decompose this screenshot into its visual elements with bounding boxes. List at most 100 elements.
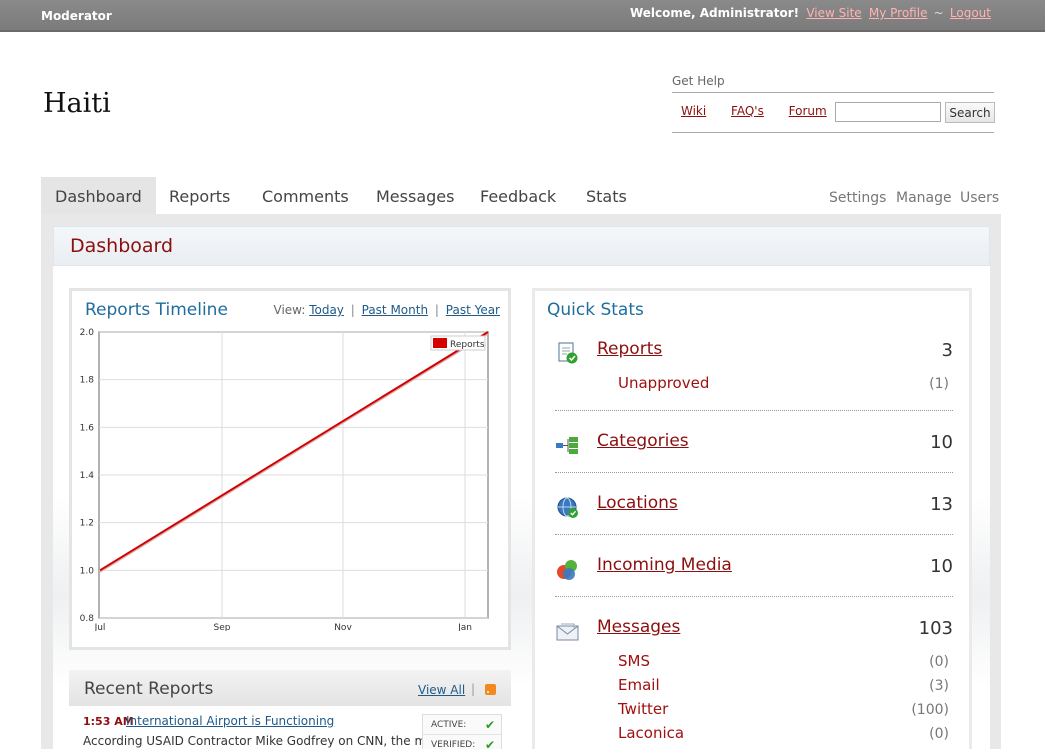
stat-categories: Categories 10 [555, 431, 953, 461]
timeline-chart: 2.0 1.8 1.6 1.4 1.2 1.0 0.8Jul Sep Nov Jan Reports [80, 328, 489, 631]
y-tick-label: 1.6 [80, 423, 95, 433]
divider [672, 132, 994, 133]
legend-swatch [433, 338, 447, 348]
email-count: (3) [929, 678, 949, 694]
y-tick-label: 1.4 [80, 471, 95, 481]
view-today-link[interactable]: Today [309, 303, 344, 317]
stat-reports: Reports 3 [555, 339, 953, 369]
manage-link[interactable]: Manage [896, 190, 952, 206]
user-menu: Welcome, Administrator! View Site My Pro… [630, 6, 991, 20]
tab-comments[interactable]: Comments [262, 177, 349, 214]
site-title: Haiti [43, 88, 111, 119]
status-label: VERIFIED: [431, 740, 476, 749]
separator: ~ [933, 6, 944, 20]
messages-count: 103 [918, 618, 953, 639]
incoming-media-count: 10 [930, 556, 953, 577]
y-tick-label: 1.8 [80, 376, 95, 386]
status-active: ACTIVE: ✔ [423, 715, 501, 735]
messages-link[interactable]: Messages [597, 617, 680, 637]
recent-reports-title: Recent Reports [84, 679, 214, 699]
tab-reports[interactable]: Reports [169, 177, 230, 214]
envelope-icon [556, 623, 579, 641]
laconica-link[interactable]: Laconica [618, 724, 684, 742]
y-tick-label: 1.2 [80, 519, 94, 529]
forum-link[interactable]: Forum [789, 104, 827, 118]
y-tick-label: 1.0 [80, 566, 95, 576]
twitter-link[interactable]: Twitter [618, 700, 668, 718]
check-icon: ✔ [484, 738, 495, 749]
x-tick-label: Jan [457, 623, 472, 631]
locations-link[interactable]: Locations [597, 493, 678, 513]
logout-link[interactable]: Logout [950, 6, 991, 20]
my-profile-link[interactable]: My Profile [869, 6, 928, 20]
y-tick-label: 0.8 [80, 614, 95, 624]
x-tick-label: Jul [94, 623, 106, 631]
report-check-icon [558, 342, 578, 364]
report-description: According USAID Contractor Mike Godfrey … [83, 734, 445, 748]
recent-reports-header: Recent Reports View All | [69, 670, 511, 706]
stat-incoming-media: Incoming Media 10 [555, 555, 953, 585]
twitter-count: (100) [911, 702, 949, 718]
role-label: Moderator [41, 9, 112, 23]
email-link[interactable]: Email [618, 676, 660, 694]
tab-feedback[interactable]: Feedback [480, 177, 556, 214]
faq-link[interactable]: FAQ's [731, 104, 764, 118]
locations-count: 13 [930, 494, 953, 515]
y-tick-label: 2.0 [80, 328, 95, 338]
users-link[interactable]: Users [960, 190, 999, 206]
divider [555, 585, 953, 597]
recent-reports-panel: Recent Reports View All | 1:53 AM Intern… [69, 670, 511, 749]
reports-timeline-panel: Reports Timeline View: Today | Past Mont… [69, 288, 511, 650]
divider [555, 523, 953, 535]
timeline-view-options: View: Today | Past Month | Past Year [274, 303, 501, 317]
search-input[interactable] [835, 102, 941, 122]
stat-messages: Messages 103 [555, 617, 953, 647]
top-bar: Moderator Welcome, Administrator! View S… [0, 0, 1045, 32]
laconica-count: (0) [929, 726, 949, 742]
view-all-link[interactable]: View All [418, 683, 465, 697]
incoming-media-link[interactable]: Incoming Media [597, 555, 732, 575]
view-label: View: [273, 303, 306, 317]
view-past-month-link[interactable]: Past Month [362, 303, 428, 317]
status-label: ACTIVE: [431, 720, 467, 730]
page-header: Dashboard [53, 226, 990, 266]
separator: | [434, 303, 439, 317]
reports-count: 3 [941, 340, 953, 361]
x-tick-label: Sep [214, 623, 231, 631]
help-label: Get Help [672, 74, 994, 93]
sms-link[interactable]: SMS [618, 652, 650, 670]
help-box: Get Help Wiki FAQ's Forum Search [672, 74, 995, 134]
help-links: Wiki FAQ's Forum [681, 104, 848, 118]
stat-locations: Locations 13 [555, 493, 953, 523]
page-title: Dashboard [70, 235, 174, 257]
wiki-link[interactable]: Wiki [681, 104, 706, 118]
x-tick-label: Nov [334, 623, 352, 631]
divider [555, 399, 953, 411]
categories-link[interactable]: Categories [597, 431, 689, 451]
view-site-link[interactable]: View Site [806, 6, 861, 20]
tab-stats[interactable]: Stats [586, 177, 627, 214]
categories-tree-icon [556, 437, 578, 454]
quick-stats-title: Quick Stats [547, 300, 644, 320]
categories-count: 10 [930, 432, 953, 453]
media-bubbles-icon [557, 560, 577, 580]
tab-dashboard[interactable]: Dashboard [41, 177, 156, 214]
tab-messages[interactable]: Messages [376, 177, 454, 214]
unapproved-link[interactable]: Unapproved [618, 374, 709, 392]
report-title-link[interactable]: International Airport is Functioning [126, 714, 334, 728]
legend-label: Reports [450, 340, 485, 350]
sms-count: (0) [929, 654, 949, 670]
globe-icon [557, 497, 578, 518]
rss-icon[interactable] [485, 684, 496, 695]
view-past-year-link[interactable]: Past Year [446, 303, 500, 317]
unapproved-count: (1) [929, 376, 949, 392]
reports-link[interactable]: Reports [597, 339, 662, 359]
separator: | [471, 682, 476, 696]
list-item: 1:53 AM International Airport is Functio… [69, 706, 511, 749]
timeline-title: Reports Timeline [85, 300, 228, 320]
separator: | [350, 303, 355, 317]
status-verified: VERIFIED: ✔ [423, 735, 501, 749]
search-button[interactable]: Search [945, 102, 995, 123]
welcome-text: Welcome, Administrator! [629, 6, 800, 20]
settings-link[interactable]: Settings [829, 190, 886, 206]
